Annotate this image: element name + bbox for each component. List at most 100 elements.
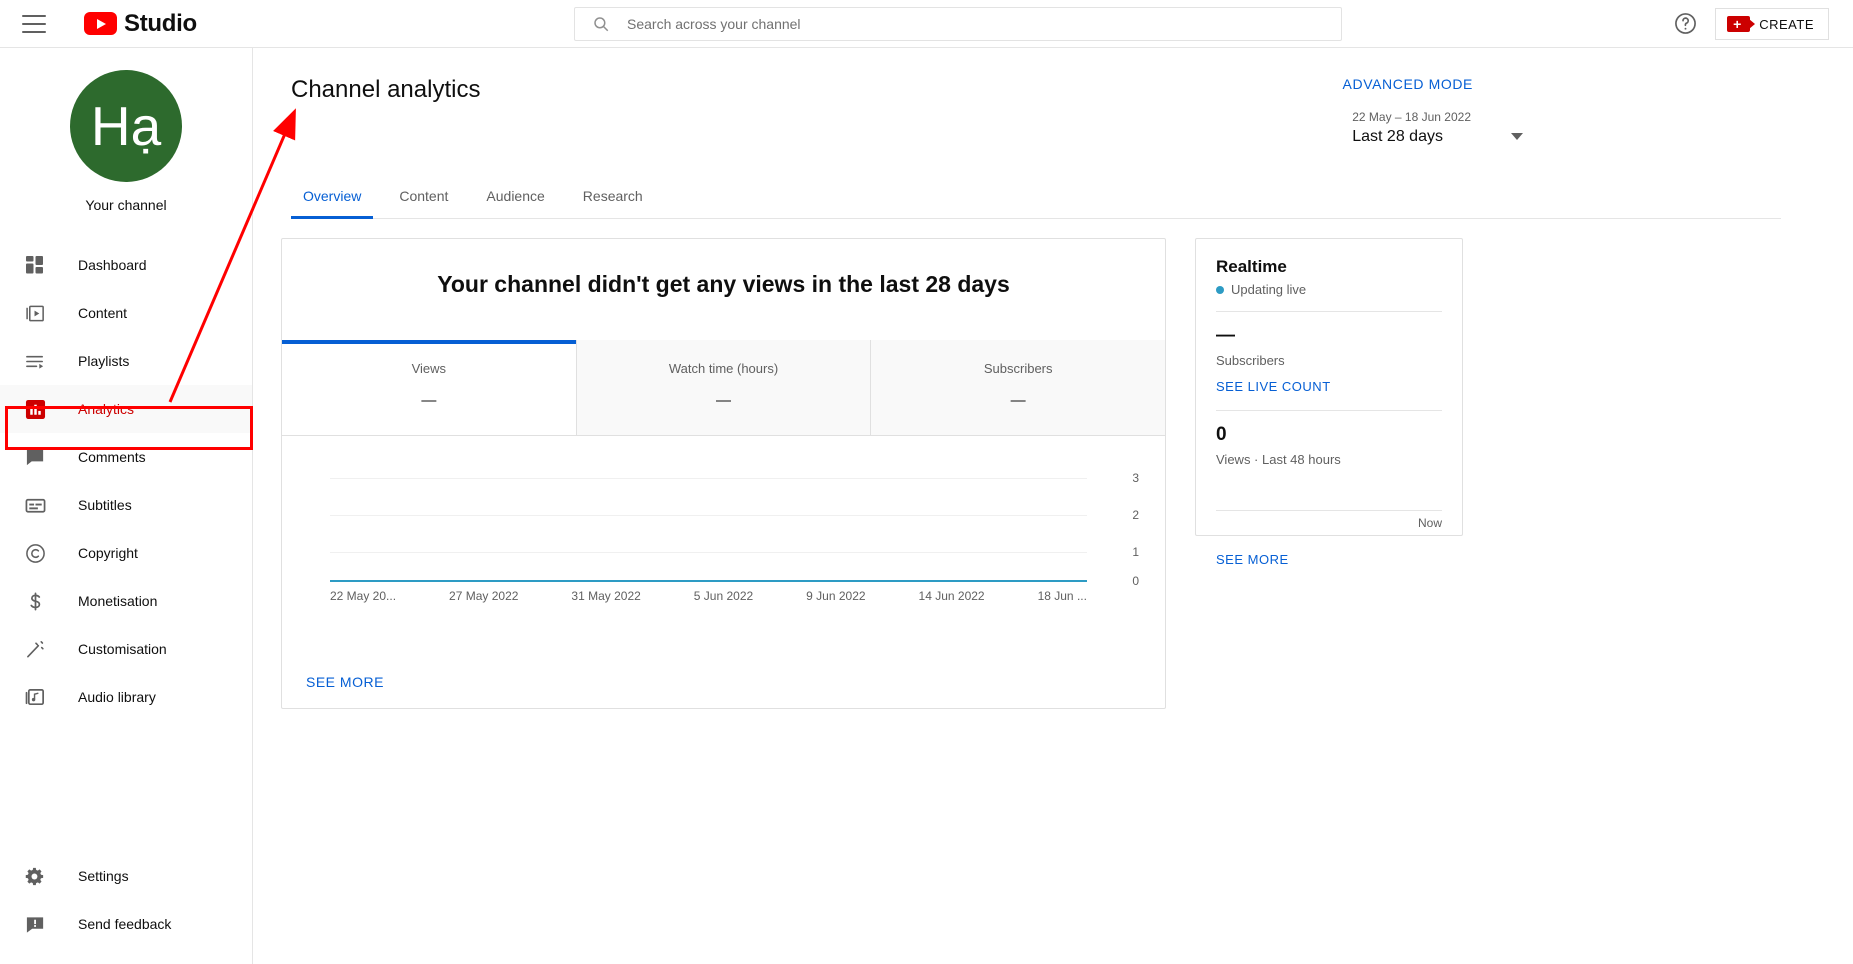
metric-value: —: [421, 392, 437, 409]
x-axis-tick: 22 May 20...: [330, 589, 397, 603]
gridline: [330, 515, 1087, 516]
realtime-views-value: 0: [1216, 424, 1227, 445]
copyright-icon: [23, 541, 47, 565]
realtime-views-label: Views · Last 48 hours: [1216, 452, 1341, 467]
bar-chart-icon: [23, 397, 47, 421]
sidebar-item-comments[interactable]: Comments: [0, 433, 252, 481]
tab-content[interactable]: Content: [387, 188, 460, 218]
y-axis-tick: 2: [1132, 508, 1139, 522]
create-button-label: CREATE: [1759, 16, 1814, 32]
date-range-selector[interactable]: 22 May – 18 Jun 2022 Last 28 days: [1352, 110, 1523, 146]
x-axis-tick: 18 Jun ...: [1037, 589, 1087, 603]
metric-name: Subscribers: [983, 361, 1053, 376]
realtime-title: Realtime: [1216, 257, 1287, 276]
metric-value: —: [1010, 392, 1026, 409]
x-axis-tick: 14 Jun 2022: [918, 589, 985, 603]
x-axis-tick: 31 May 2022: [571, 589, 641, 603]
sidebar-item-customisation[interactable]: Customisation: [0, 625, 252, 673]
youtube-logo-icon: [84, 12, 117, 35]
search-box[interactable]: [574, 7, 1342, 41]
x-axis-tick: 9 Jun 2022: [806, 589, 866, 603]
live-dot-icon: [1216, 285, 1224, 294]
date-range-text: 22 May – 18 Jun 2022: [1352, 110, 1471, 124]
no-views-heading: Your channel didn't get any views in the…: [437, 271, 1010, 297]
realtime-live-status: Updating live: [1216, 282, 1442, 297]
sidebar-label: Playlists: [78, 353, 130, 369]
sidebar-label: Analytics: [78, 401, 135, 417]
tab-overview[interactable]: Overview: [291, 188, 374, 219]
sidebar-item-dashboard[interactable]: Dashboard: [0, 241, 252, 289]
playlist-icon: [23, 349, 47, 373]
sidebar-item-settings[interactable]: Settings: [0, 852, 252, 900]
overview-card: Your channel didn't get any views in the…: [281, 238, 1166, 709]
page-title: Channel analytics: [291, 76, 481, 103]
realtime-subscribers-label: Subscribers: [1216, 353, 1285, 368]
advanced-mode-link[interactable]: ADVANCED MODE: [1343, 76, 1473, 92]
comment-icon: [23, 445, 47, 469]
gear-icon: [23, 864, 47, 888]
tab-research[interactable]: Research: [571, 188, 655, 218]
realtime-subscribers-value: —: [1216, 325, 1235, 346]
sidebar-item-playlists[interactable]: Playlists: [0, 337, 252, 385]
music-note-icon: [23, 685, 47, 709]
divider: [1216, 410, 1442, 411]
sidebar-item-audio-library[interactable]: Audio library: [0, 673, 252, 721]
sidebar-label: Monetisation: [78, 593, 158, 609]
y-axis-tick: 3: [1132, 471, 1139, 485]
search-input[interactable]: [627, 16, 1341, 32]
sidebar-item-analytics[interactable]: Analytics: [0, 385, 252, 433]
your-channel-label: Your channel: [85, 197, 167, 213]
create-button[interactable]: + CREATE: [1715, 8, 1829, 40]
metric-tab-group: Views — Watch time (hours) — Subscribers…: [282, 340, 1166, 436]
sidebar-label: Settings: [78, 868, 129, 884]
chart-see-more-link[interactable]: SEE MORE: [306, 674, 384, 690]
channel-block: Hạ Your channel: [0, 48, 252, 213]
tab-audience[interactable]: Audience: [474, 188, 556, 218]
sidebar-label: Dashboard: [78, 257, 147, 273]
sidebar-label: Send feedback: [78, 916, 172, 932]
see-live-count-link[interactable]: SEE LIVE COUNT: [1216, 379, 1442, 394]
sidebar-bottom-nav: Settings Send feedback: [0, 852, 252, 948]
metric-name: Watch time (hours): [668, 361, 779, 376]
video-play-icon: [23, 301, 47, 325]
realtime-now-label: Now: [1417, 516, 1442, 530]
sidebar-label: Customisation: [78, 641, 167, 657]
x-axis: 22 May 20... 27 May 2022 31 May 2022 5 J…: [330, 589, 1087, 603]
search-container: [574, 7, 1342, 41]
help-icon[interactable]: [1673, 11, 1698, 36]
video-camera-plus-icon: +: [1727, 16, 1756, 32]
analytics-tabs: Overview Content Audience Research: [291, 188, 1781, 219]
subtitles-icon: [23, 493, 47, 517]
hamburger-menu-icon[interactable]: [22, 14, 46, 33]
brand-text: Studio: [124, 9, 197, 37]
top-bar: Studio + CREATE: [0, 0, 1853, 48]
sidebar-item-subtitles[interactable]: Subtitles: [0, 481, 252, 529]
y-axis-tick: 0: [1132, 574, 1139, 588]
main-content: Channel analytics ADVANCED MODE 22 May –…: [253, 48, 1853, 964]
realtime-bar-chart: [1216, 510, 1442, 511]
metric-tab-subscribers[interactable]: Subscribers —: [871, 340, 1166, 435]
sidebar-label: Subtitles: [78, 497, 132, 513]
metric-tab-watch-time[interactable]: Watch time (hours) —: [576, 340, 872, 435]
metric-value: —: [716, 392, 731, 409]
sidebar-item-copyright[interactable]: Copyright: [0, 529, 252, 577]
realtime-see-more-link[interactable]: SEE MORE: [1216, 552, 1442, 567]
date-preset-label: Last 28 days: [1352, 128, 1443, 145]
magic-wand-icon: [23, 637, 47, 661]
chevron-down-icon[interactable]: [1511, 133, 1523, 140]
sidebar-item-content[interactable]: Content: [0, 289, 252, 337]
sidebar-item-monetisation[interactable]: Monetisation: [0, 577, 252, 625]
sidebar-item-send-feedback[interactable]: Send feedback: [0, 900, 252, 948]
dashboard-icon: [23, 253, 47, 277]
x-axis-tick: 5 Jun 2022: [693, 589, 754, 603]
sidebar-label: Comments: [78, 449, 146, 465]
avatar[interactable]: Hạ: [70, 70, 182, 182]
sidebar-label: Copyright: [78, 545, 138, 561]
studio-logo[interactable]: Studio: [84, 10, 197, 38]
sidebar: Hạ Your channel Dashboard Content Playli…: [0, 48, 253, 964]
gridline: [330, 478, 1087, 479]
views-line-chart[interactable]: 3 2 1 0 22 May 20... 27 May 2022 31 May …: [306, 460, 1139, 640]
metric-tab-views[interactable]: Views —: [282, 340, 577, 435]
feedback-icon: [23, 912, 47, 936]
live-status-text: Updating live: [1231, 282, 1307, 297]
